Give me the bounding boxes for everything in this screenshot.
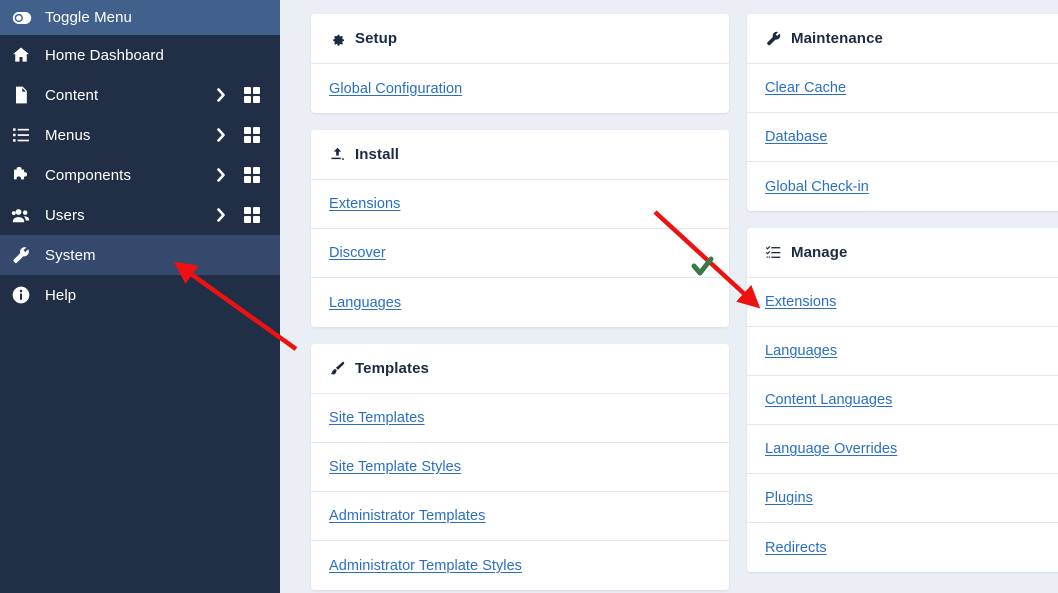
card-header-setup: Setup xyxy=(311,14,729,64)
card-setup: Setup Global Configuration xyxy=(311,14,729,113)
upload-icon xyxy=(329,146,355,163)
main-content: Setup Global Configuration Install Extensio… xyxy=(280,0,1058,593)
chevron-right-icon[interactable] xyxy=(206,127,236,143)
grid-dashboard-icon[interactable] xyxy=(236,207,268,223)
sidebar-item-label: Home Dashboard xyxy=(45,46,164,64)
paintbrush-icon xyxy=(329,360,355,377)
card-row[interactable]: Database xyxy=(747,113,1058,162)
puzzle-icon xyxy=(11,165,45,185)
gear-icon xyxy=(329,30,355,47)
list-check-icon xyxy=(765,244,791,261)
link-languages[interactable]: Languages xyxy=(765,343,837,359)
sidebar-nav-list: Home Dashboard Content Menus Components User… xyxy=(0,35,280,315)
card-row[interactable]: Discover xyxy=(311,229,729,278)
sidebar-item-users[interactable]: Users xyxy=(0,195,280,235)
sidebar-item-home-dashboard[interactable]: Home Dashboard xyxy=(0,35,280,75)
card-row[interactable]: Site Templates xyxy=(311,394,729,443)
file-icon xyxy=(11,85,45,105)
link-languages[interactable]: Languages xyxy=(329,295,401,311)
sidebar-item-label: System xyxy=(45,246,96,264)
users-icon xyxy=(11,205,45,225)
card-row[interactable]: Administrator Templates xyxy=(311,492,729,541)
card-title: Templates xyxy=(355,360,429,377)
sidebar-item-menus[interactable]: Menus xyxy=(0,115,280,155)
card-row[interactable]: Content Languages xyxy=(747,376,1058,425)
wrench-icon xyxy=(11,245,45,265)
wrench-icon xyxy=(765,30,791,47)
card-row[interactable]: Administrator Template Styles xyxy=(311,541,729,590)
card-templates: Templates Site Templates Site Template Sty… xyxy=(311,344,729,590)
link-site-templates[interactable]: Site Templates xyxy=(329,410,425,426)
link-clear-cache[interactable]: Clear Cache xyxy=(765,80,846,96)
card-row[interactable]: Site Template Styles xyxy=(311,443,729,492)
link-extensions[interactable]: Extensions xyxy=(765,294,836,310)
toggle-switch-icon xyxy=(11,7,45,29)
card-title: Install xyxy=(355,146,400,163)
list-icon xyxy=(11,125,45,145)
sidebar-item-label: Users xyxy=(45,206,85,224)
home-icon xyxy=(11,45,45,65)
chevron-right-icon[interactable] xyxy=(206,87,236,103)
left-card-column: Setup Global Configuration Install Extensio… xyxy=(311,14,729,593)
chevron-right-icon[interactable] xyxy=(206,167,236,183)
chevron-right-icon[interactable] xyxy=(206,207,236,223)
sidebar-item-help[interactable]: Help xyxy=(0,275,280,315)
sidebar-item-label: Menus xyxy=(45,126,91,144)
link-plugins[interactable]: Plugins xyxy=(765,490,813,506)
card-row[interactable]: Extensions xyxy=(311,180,729,229)
sidebar-item-content[interactable]: Content xyxy=(0,75,280,115)
card-maintenance: Maintenance Clear Cache Database Global Che… xyxy=(747,14,1058,211)
card-header-templates: Templates xyxy=(311,344,729,394)
sidebar-item-system[interactable]: System xyxy=(0,235,280,275)
sidebar-item-components[interactable]: Components xyxy=(0,155,280,195)
toggle-menu-label: Toggle Menu xyxy=(45,9,132,26)
card-header-maintenance: Maintenance xyxy=(747,14,1058,64)
link-discover[interactable]: Discover xyxy=(329,245,386,261)
card-row[interactable]: Clear Cache xyxy=(747,64,1058,113)
grid-dashboard-icon[interactable] xyxy=(236,167,268,183)
card-row[interactable]: Plugins xyxy=(747,474,1058,523)
sidebar: Toggle Menu Home Dashboard Content Menus Co… xyxy=(0,0,280,593)
card-row[interactable]: Language Overrides xyxy=(747,425,1058,474)
card-row[interactable]: Extensions xyxy=(747,278,1058,327)
card-manage: Manage Extensions Languages Content Languag… xyxy=(747,228,1058,572)
card-row[interactable]: Redirects xyxy=(747,523,1058,572)
link-database[interactable]: Database xyxy=(765,129,827,145)
link-language-overrides[interactable]: Language Overrides xyxy=(765,441,897,457)
info-icon xyxy=(11,285,45,305)
card-title: Manage xyxy=(791,244,848,261)
card-row[interactable]: Global Configuration xyxy=(311,64,729,113)
sidebar-item-label: Content xyxy=(45,86,99,104)
link-site-template-styles[interactable]: Site Template Styles xyxy=(329,459,461,475)
link-extensions[interactable]: Extensions xyxy=(329,196,400,212)
link-global-check-in[interactable]: Global Check-in xyxy=(765,179,869,195)
card-row[interactable]: Languages xyxy=(311,278,729,327)
card-row[interactable]: Languages xyxy=(747,327,1058,376)
grid-dashboard-icon[interactable] xyxy=(236,127,268,143)
link-administrator-template-styles[interactable]: Administrator Template Styles xyxy=(329,558,522,574)
toggle-menu-button[interactable]: Toggle Menu xyxy=(0,0,280,35)
card-header-manage: Manage xyxy=(747,228,1058,278)
card-install: Install Extensions Discover Languages xyxy=(311,130,729,327)
grid-dashboard-icon[interactable] xyxy=(236,87,268,103)
sidebar-item-label: Components xyxy=(45,166,132,184)
card-header-install: Install xyxy=(311,130,729,180)
right-card-column: Maintenance Clear Cache Database Global Che… xyxy=(747,14,1058,593)
admin-dashboard: Toggle Menu Home Dashboard Content Menus Co… xyxy=(0,0,1058,593)
link-administrator-templates[interactable]: Administrator Templates xyxy=(329,508,485,524)
sidebar-item-label: Help xyxy=(45,286,77,304)
card-title: Setup xyxy=(355,30,398,47)
link-content-languages[interactable]: Content Languages xyxy=(765,392,892,408)
link-global-configuration[interactable]: Global Configuration xyxy=(329,81,462,97)
card-title: Maintenance xyxy=(791,30,883,47)
link-redirects[interactable]: Redirects xyxy=(765,540,827,556)
card-row[interactable]: Global Check-in xyxy=(747,162,1058,211)
